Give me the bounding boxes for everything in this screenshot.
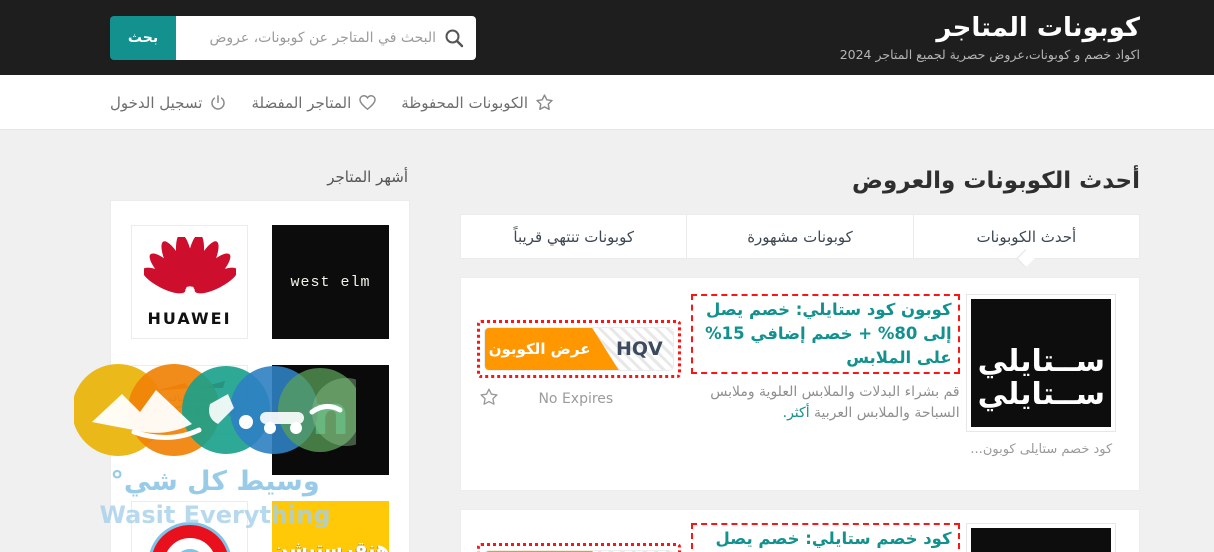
red-swirl-logo xyxy=(150,525,229,552)
styli-logo-text-2: ســتايلي xyxy=(977,377,1106,412)
store-tile-namshi[interactable]: n xyxy=(272,365,389,475)
nav-item-login[interactable]: تسجيل الدخول xyxy=(110,94,227,112)
search-button[interactable]: بحث xyxy=(110,15,176,60)
fitness-time-swoosh-icon xyxy=(154,378,225,393)
star-icon xyxy=(535,93,554,112)
search-input[interactable] xyxy=(176,15,476,60)
tab-popular-coupons[interactable]: كوبونات مشهورة xyxy=(686,215,912,258)
power-icon xyxy=(209,94,227,112)
coupon-button-label: عرض الكوبون xyxy=(488,340,591,358)
nav-item-label: تسجيل الدخول xyxy=(110,93,203,112)
tab-label: أحدث الكوبونات xyxy=(976,227,1077,246)
nav-item-favorite-stores[interactable]: المتاجر المفضلة xyxy=(251,93,377,112)
hungerstation-logo-text: هنقرستيشن xyxy=(272,538,389,552)
store-tile-huawei[interactable]: HUAWEI xyxy=(131,225,248,339)
coupon-description: قم بشراء البدلات والملابس العلوية وملابس… xyxy=(691,382,959,425)
store-tile-west-elm[interactable]: west elm xyxy=(272,225,389,339)
store-logo-styli[interactable]: ســتايلي xyxy=(966,523,1117,552)
coupon-caption: كود خصم ستايلى كوبون... xyxy=(970,442,1113,457)
tab-label: كوبونات تنتهي قريباً xyxy=(513,227,634,246)
fitness-time-arabic-text: وقت اللياقة xyxy=(167,393,212,404)
coupon-title-link[interactable]: كوبون كود ستايلي: خصم يصل إلى 80% + خصم … xyxy=(705,300,952,367)
popular-stores-sidebar: أشهر المتاجر west elm HUAWEI n وقت الليا… xyxy=(110,130,410,552)
heart-icon xyxy=(358,93,377,112)
nav-item-label: الكوبونات المحفوظة xyxy=(401,93,529,112)
nav-item-label: المتاجر المفضلة xyxy=(251,93,352,112)
annotation-box-title: كود خصم ستايلي: خصم يصل إلى 80% xyxy=(691,523,960,552)
sidebar-title: أشهر المتاجر xyxy=(327,168,408,186)
coupon-card: ســتايلي ســتايلي كود خصم ستايلى كوبون..… xyxy=(460,277,1140,491)
secondary-nav: الكوبونات المحفوظة المتاجر المفضلة تسجيل… xyxy=(0,75,1214,130)
save-coupon-star-icon[interactable] xyxy=(479,387,499,411)
store-logo-styli[interactable]: ســتايلي ســتايلي xyxy=(966,294,1117,432)
styli-logo-text: ســتايلي xyxy=(977,344,1106,379)
site-brand: كوبونات المتاجر اكواد خصم و كوبونات،عروض… xyxy=(840,13,1140,62)
fitness-time-logo-text: FITNESSTIME xyxy=(135,404,244,420)
namshi-logo-text: n xyxy=(311,384,350,447)
coupon-tabs: أحدث الكوبونات كوبونات مشهورة كوبونات تن… xyxy=(460,214,1140,259)
read-more-link[interactable]: أكثر. xyxy=(783,405,810,421)
coupon-code: HQV xyxy=(615,338,663,360)
west-elm-logo-text: west elm xyxy=(290,273,371,291)
site-subtitle: اكواد خصم و كوبونات،عروض حصرية لجميع الم… xyxy=(839,47,1140,63)
annotation-box-title: كوبون كود ستايلي: خصم يصل إلى 80% + خصم … xyxy=(691,294,960,374)
store-tile-hungerstation[interactable]: هنقرستيشن xyxy=(272,501,389,552)
coupon-description-text: قم بشراء البدلات والملابس العلوية وملابس… xyxy=(710,383,960,422)
search-icon xyxy=(444,28,464,48)
tab-label: كوبونات مشهورة xyxy=(747,227,853,246)
page-title: أحدث الكوبونات والعروض xyxy=(852,168,1140,194)
store-tile-red-swirl[interactable] xyxy=(131,501,248,552)
annotation-box-coupon-button xyxy=(477,543,682,552)
annotation-box-coupon-button: HQV عرض الكوبون xyxy=(477,320,682,378)
huawei-logo-text: HUAWEI xyxy=(147,308,232,328)
show-coupon-button[interactable]: HQV عرض الكوبون xyxy=(484,327,675,371)
site-header: كوبونات المتاجر اكواد خصم و كوبونات،عروض… xyxy=(0,0,1214,75)
coupon-title-link[interactable]: كود خصم ستايلي: خصم يصل إلى 80% xyxy=(716,529,952,552)
tab-latest-coupons[interactable]: أحدث الكوبونات xyxy=(912,215,1139,258)
site-title: كوبونات المتاجر xyxy=(936,12,1140,43)
tab-expiring-coupons[interactable]: كوبونات تنتهي قريباً xyxy=(461,215,686,258)
coupon-expiry: No Expires xyxy=(538,391,614,407)
coupon-card: ســتايلي كود خصم ستايلي: خصم يصل إلى 80% xyxy=(460,509,1140,552)
nav-item-saved-coupons[interactable]: الكوبونات المحفوظة xyxy=(401,93,554,112)
huawei-flower-icon xyxy=(141,233,238,307)
search-bar: بحث xyxy=(110,15,476,60)
store-tile-fitness-time[interactable]: وقت اللياقة FITNESSTIME xyxy=(131,365,248,435)
